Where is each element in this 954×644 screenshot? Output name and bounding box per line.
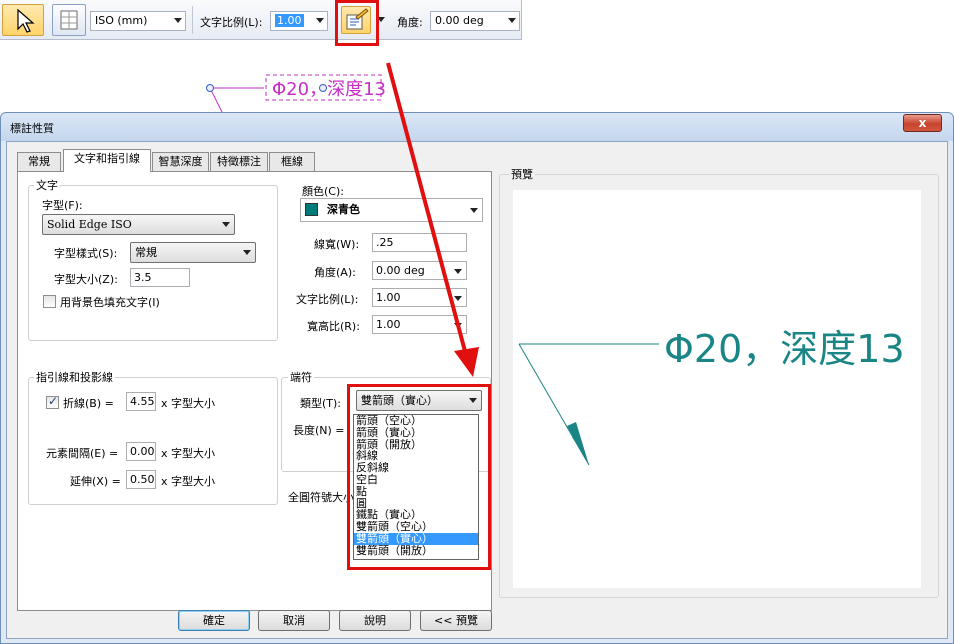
tab-smart-depth[interactable]: 智慧深度 [152, 152, 209, 171]
break-line-label: 折線(B) = [63, 397, 114, 410]
preview-leader-graphic [518, 343, 659, 466]
preview-title: 預覽 [509, 166, 535, 182]
text-ratio-label: 文字比例(L): [296, 293, 359, 306]
callout-text[interactable]: Φ20，深度13 [272, 75, 386, 101]
grid-style-icon [60, 10, 78, 30]
break-line-checkbox[interactable] [46, 394, 59, 409]
fill-background-checkbox[interactable] [43, 295, 56, 308]
chevron-down-icon [243, 250, 251, 255]
tab-border[interactable]: 框線 [269, 152, 315, 171]
font-label: 字型(F): [42, 199, 83, 212]
element-gap-label: 元素間隔(E) = [46, 447, 119, 460]
ok-button[interactable]: 確定 [178, 610, 250, 631]
toolbar-angle-value: 0.00 deg [435, 14, 484, 27]
style-button[interactable] [52, 4, 86, 36]
preview-toggle-button[interactable]: << 預覽 [420, 610, 492, 631]
leader-group-title: 指引線和投影線 [34, 369, 115, 385]
tab-feature-callout[interactable]: 特徵標注 [210, 152, 268, 171]
font-value: Solid Edge ISO [47, 218, 132, 231]
color-value: 深青色 [327, 203, 360, 216]
angle-label: 角度(A): [314, 266, 356, 279]
color-swatch [305, 203, 318, 216]
dropdown-highlight-box [347, 384, 491, 570]
cancel-button[interactable]: 取消 [258, 610, 330, 631]
toolbar-angle-label: 角度: [397, 16, 423, 29]
text-group-title: 文字 [34, 177, 60, 193]
chevron-down-icon [508, 18, 516, 23]
tab-text-and-leader[interactable]: 文字和指引線 [63, 149, 151, 172]
extension-unit: x 字型大小 [161, 475, 216, 488]
dialog-title: 標註性質 [10, 122, 54, 135]
font-size-input[interactable]: 3.5 [130, 268, 190, 287]
extension-input[interactable]: 0.50 [126, 470, 156, 489]
break-line-unit: x 字型大小 [161, 397, 216, 410]
close-icon: x [918, 116, 927, 130]
terminator-type-label: 類型(T): [300, 397, 342, 410]
annotation-toolbar: ISO (mm) 文字比例(L): 1.00 角度: 0.00 deg [0, 0, 522, 40]
terminator-length-label: 長度(N) = [293, 424, 345, 437]
font-style-value: 常規 [135, 246, 157, 259]
close-button[interactable]: x [903, 114, 942, 132]
fill-background-label: 用背景色填充文字(I) [60, 296, 160, 309]
text-ratio-combo[interactable]: 1.00 [270, 11, 328, 31]
break-line-input[interactable]: 4.55 [126, 392, 156, 411]
extension-label: 延伸(X) = [70, 475, 121, 488]
font-style-dropdown[interactable]: 常規 [130, 242, 256, 263]
select-tool-button[interactable] [2, 4, 44, 36]
toolbar-separator [192, 6, 193, 34]
terminator-group-title: 端符 [288, 369, 314, 385]
button-highlight-box [335, 0, 379, 46]
full-circle-size-label: 全圓符號大小 [288, 491, 354, 504]
tab-general[interactable]: 常規 [17, 152, 61, 171]
element-gap-unit: x 字型大小 [161, 447, 216, 460]
toolbar-angle-combo[interactable]: 0.00 deg [430, 11, 520, 31]
color-label: 顏色(C): [302, 185, 344, 198]
font-style-label: 字型樣式(S): [54, 247, 118, 260]
line-width-label: 線寬(W): [314, 238, 360, 251]
font-dropdown[interactable]: Solid Edge ISO [42, 214, 235, 235]
chevron-down-icon [316, 18, 324, 23]
text-ratio-label: 文字比例(L): [200, 16, 263, 29]
aspect-ratio-label: 寬高比(R): [307, 320, 360, 333]
red-pointer-arrow [386, 62, 479, 377]
chevron-down-icon [222, 222, 230, 227]
text-ratio-value: 1.00 [275, 14, 304, 27]
element-gap-input[interactable]: 0.00 [126, 442, 156, 461]
arrow-cursor-icon [17, 8, 35, 33]
help-button[interactable]: 說明 [339, 610, 411, 631]
standard-value: ISO (mm) [95, 14, 148, 27]
chevron-down-icon [174, 18, 182, 23]
standard-combo[interactable]: ISO (mm) [90, 11, 186, 31]
font-size-label: 字型大小(Z): [54, 273, 118, 286]
preview-callout-text: Φ20，深度13 [664, 327, 905, 371]
